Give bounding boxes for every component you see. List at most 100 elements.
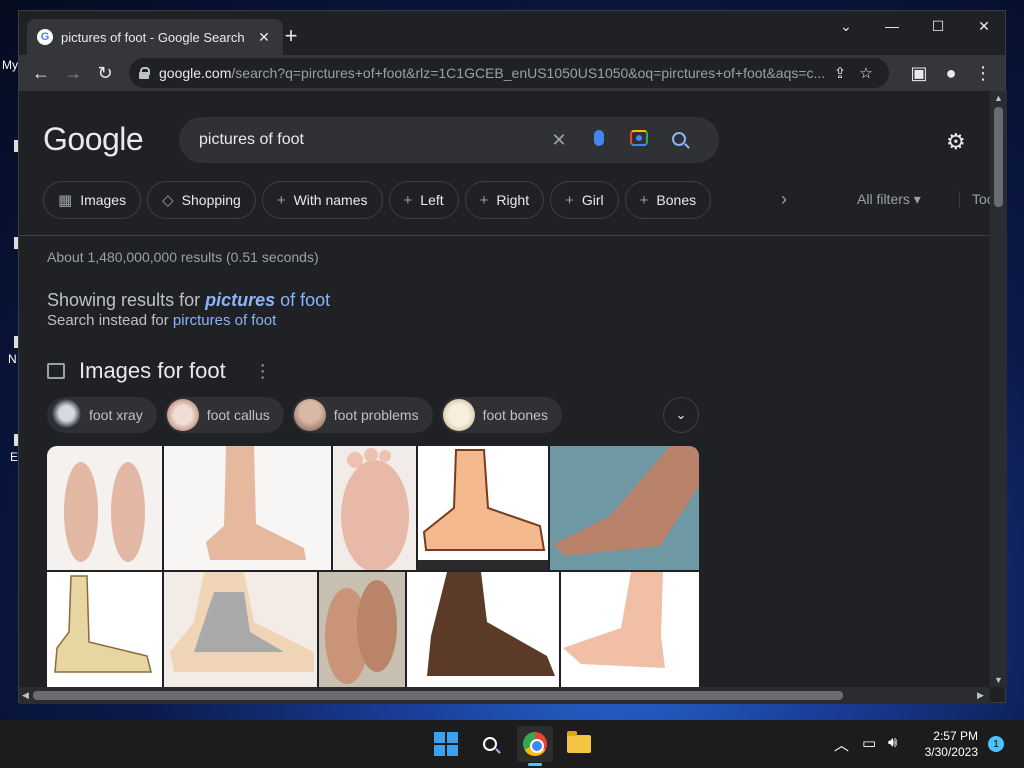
- plus-icon: +: [479, 191, 489, 209]
- menu-kebab-icon[interactable]: ⋮: [967, 57, 999, 89]
- search-icon[interactable]: [659, 130, 699, 151]
- new-tab-button[interactable]: +: [277, 23, 305, 51]
- maximize-button[interactable]: ☐: [915, 11, 961, 41]
- volume-icon[interactable]: 🔊︎: [888, 734, 897, 751]
- search-input[interactable]: pictures of foot: [199, 131, 539, 149]
- scroll-right-arrow-icon[interactable]: ▶: [977, 690, 984, 701]
- bookmark-star-icon[interactable]: ☆: [853, 64, 879, 82]
- horizontal-scroll-thumb[interactable]: [33, 691, 843, 700]
- plus-icon: +: [403, 191, 413, 209]
- google-logo[interactable]: Google: [43, 121, 144, 158]
- result-stats: About 1,480,000,000 results (0.51 second…: [47, 249, 319, 265]
- notification-badge[interactable]: 1: [988, 736, 1004, 752]
- image-result[interactable]: [550, 446, 699, 570]
- image-result[interactable]: [407, 572, 559, 687]
- image-refinements: foot xray foot callus foot problems foot…: [47, 397, 570, 433]
- search-results-page: Google pictures of foot ✕ ⚙ ▦ Images ◇ Sho…: [19, 91, 990, 687]
- refinement-chip[interactable]: foot bones: [440, 397, 562, 433]
- browser-toolbar: ← → ↻ google.com/search?q=pirctures+of+f…: [19, 55, 1005, 91]
- forward-button[interactable]: →: [57, 57, 89, 89]
- image-result[interactable]: [333, 446, 416, 572]
- google-favicon-icon: G: [37, 29, 53, 45]
- refinement-chip[interactable]: foot problems: [291, 397, 433, 433]
- desktop-icon-label[interactable]: E: [10, 450, 18, 464]
- thumbnail: [49, 399, 81, 431]
- spell-correction: Showing results for pictures of foot: [47, 290, 331, 310]
- chip-girl[interactable]: + Girl: [550, 181, 619, 219]
- side-panel-icon[interactable]: ▣: [903, 57, 935, 89]
- chrome-window: G pictures of foot - Google Search ✕ + ⌄…: [18, 10, 1007, 704]
- image-result[interactable]: [418, 446, 548, 570]
- search-taskbar-icon[interactable]: [472, 726, 508, 762]
- more-options-icon[interactable]: ⋮: [254, 361, 272, 382]
- chip-shopping[interactable]: ◇ Shopping: [147, 181, 256, 219]
- network-icon[interactable]: ▭: [862, 734, 876, 752]
- corrected-query-link[interactable]: pictures of foot: [205, 290, 330, 310]
- search-instead: Search instead for pirctures of foot: [47, 312, 277, 329]
- vertical-scrollbar[interactable]: ▲ ▼: [990, 91, 1007, 687]
- tab-search-icon[interactable]: ⌄: [823, 11, 869, 41]
- thumbnail: [166, 399, 199, 431]
- chevron-up-icon[interactable]: ︿: [834, 734, 849, 755]
- image-icon: [47, 363, 65, 379]
- all-filters-button[interactable]: All filters ▾: [857, 191, 921, 208]
- desktop-icon-label[interactable]: N: [8, 352, 17, 366]
- microphone-icon[interactable]: [579, 129, 619, 151]
- refinement-chip[interactable]: foot xray: [47, 397, 157, 433]
- address-bar[interactable]: google.com/search?q=pirctures+of+foot&rl…: [129, 58, 889, 88]
- tab-close-icon[interactable]: ✕: [255, 29, 273, 46]
- plus-icon: +: [565, 191, 574, 209]
- image-result[interactable]: [47, 572, 162, 687]
- chip-images[interactable]: ▦ Images: [43, 181, 142, 219]
- lens-camera-icon[interactable]: [619, 129, 659, 151]
- image-result[interactable]: [164, 572, 317, 687]
- plus-icon: +: [276, 191, 286, 209]
- scroll-up-arrow-icon[interactable]: ▲: [994, 93, 1003, 103]
- thumbnail: [442, 399, 475, 431]
- desktop-icon-label[interactable]: My: [2, 58, 18, 72]
- horizontal-scrollbar[interactable]: ◀ ▶: [19, 687, 990, 704]
- image-results-grid: [47, 446, 699, 687]
- scroll-left-arrow-icon[interactable]: ◀: [22, 690, 29, 701]
- image-result[interactable]: [319, 572, 405, 687]
- profile-icon[interactable]: ●: [935, 57, 967, 89]
- minimize-button[interactable]: —: [869, 11, 915, 41]
- tools-button[interactable]: Tools: [959, 191, 990, 207]
- vertical-scroll-thumb[interactable]: [994, 107, 1003, 207]
- share-icon[interactable]: ⇪: [827, 64, 853, 82]
- url-text[interactable]: google.com/search?q=pirctures+of+foot&rl…: [159, 65, 827, 81]
- close-window-button[interactable]: ✕: [961, 11, 1007, 41]
- lock-icon[interactable]: [139, 67, 150, 79]
- reload-button[interactable]: ↻: [89, 57, 121, 89]
- settings-gear-icon[interactable]: ⚙: [946, 129, 966, 155]
- chip-with-names[interactable]: + With names: [261, 181, 383, 219]
- image-result[interactable]: [164, 446, 331, 570]
- clear-icon[interactable]: ✕: [539, 130, 579, 151]
- search-box[interactable]: pictures of foot ✕: [179, 117, 719, 163]
- thumbnail: [293, 399, 326, 431]
- tab-title: pictures of foot - Google Search: [61, 29, 245, 45]
- original-query-link[interactable]: pirctures of foot: [173, 312, 276, 329]
- back-button[interactable]: ←: [25, 57, 57, 89]
- image-result[interactable]: [561, 572, 699, 687]
- filter-chips: ▦ Images ◇ Shopping + With names + Left + Rig…: [43, 181, 717, 221]
- expand-refinements-button[interactable]: ⌄: [663, 397, 699, 433]
- images-heading[interactable]: Images for foot: [79, 358, 226, 384]
- chip-bones[interactable]: + Bones: [624, 181, 712, 219]
- scroll-down-arrow-icon[interactable]: ▼: [994, 675, 1003, 685]
- image-icon: ▦: [58, 192, 73, 209]
- start-button[interactable]: [428, 726, 464, 762]
- browser-tab[interactable]: G pictures of foot - Google Search ✕: [27, 19, 283, 55]
- chevron-right-icon[interactable]: ›: [781, 189, 787, 210]
- header-divider: [19, 235, 990, 236]
- plus-icon: +: [639, 191, 649, 209]
- chip-right[interactable]: + Right: [464, 181, 545, 219]
- refinement-chip[interactable]: foot callus: [164, 397, 284, 433]
- tab-strip: G pictures of foot - Google Search ✕ + ⌄…: [19, 11, 1005, 55]
- tag-icon: ◇: [162, 192, 174, 209]
- file-explorer-icon[interactable]: [561, 726, 597, 762]
- chip-left[interactable]: + Left: [388, 181, 459, 219]
- system-clock[interactable]: 2:57 PM 3/30/2023: [916, 728, 978, 760]
- image-result[interactable]: [47, 446, 162, 570]
- chrome-taskbar-icon[interactable]: [517, 726, 553, 762]
